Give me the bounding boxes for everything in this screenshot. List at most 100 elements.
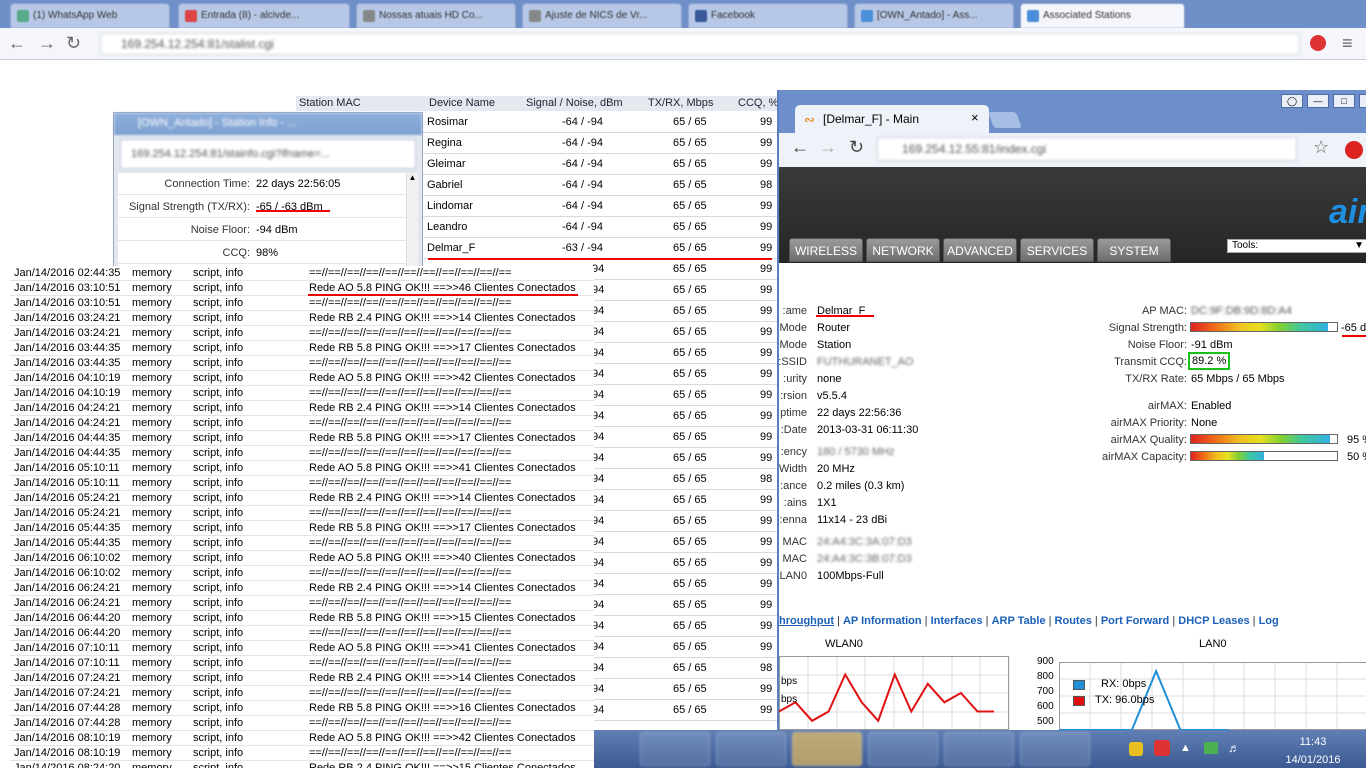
browser-tab-active[interactable]: Associated Stations [1020, 3, 1185, 28]
close-tab-icon[interactable]: × [971, 110, 979, 125]
extension-icon[interactable] [1345, 141, 1363, 159]
monitor-link[interactable]: Interfaces [931, 615, 983, 627]
monitor-link[interactable]: ARP Table [992, 615, 1046, 627]
monitor-link[interactable]: AP Information [843, 615, 922, 627]
taskbar-button[interactable] [1020, 732, 1090, 766]
browser-tab-active[interactable]: ∾ [Delmar_F] - Main × [795, 105, 989, 133]
log-row[interactable]: Jan/14/2016 05:44:35 memory script, info Re… [10, 521, 594, 536]
log-row[interactable]: Jan/14/2016 03:24:21 memory script, info ==… [10, 326, 594, 341]
address-bar[interactable]: 169.254.12.254:81/stalist.cgi [100, 33, 1300, 55]
log-row[interactable]: Jan/14/2016 08:24:20 memory script, info Re… [10, 761, 594, 768]
monitor-link[interactable]: Log [1259, 615, 1279, 627]
log-date: Jan/14/2016 07:24:21 [14, 687, 121, 699]
log-message: Rede AO 5.8 PING OK!!! ==>>40 Clientes C… [309, 552, 576, 564]
user-icon[interactable]: ◯ [1281, 94, 1303, 108]
taskbar-button[interactable] [716, 732, 786, 766]
log-row[interactable]: Jan/14/2016 03:44:35 memory script, info ==… [10, 356, 594, 371]
speaker-icon[interactable]: ▲ [1180, 742, 1191, 754]
status-value: 2013-03-31 06:11:30 [817, 424, 919, 436]
taskbar-button[interactable] [640, 732, 710, 766]
status-label: SSID: [779, 356, 807, 368]
log-row[interactable]: Jan/14/2016 06:10:02 memory script, info ==… [10, 566, 594, 581]
log-row[interactable]: Jan/14/2016 06:44:20 memory script, info Re… [10, 611, 594, 626]
log-row[interactable]: Jan/14/2016 03:44:35 memory script, info Re… [10, 341, 594, 356]
minimize-button[interactable]: — [1307, 94, 1329, 108]
log-row[interactable]: Jan/14/2016 04:24:21 memory script, info ==… [10, 416, 594, 431]
column-header[interactable]: Device Name [429, 96, 496, 111]
column-header[interactable]: Signal / Noise, dBm [526, 96, 623, 111]
tab-services[interactable]: SERVICES [1020, 238, 1094, 262]
log-row[interactable]: Jan/14/2016 04:44:35 memory script, info ==… [10, 446, 594, 461]
star-icon[interactable]: ☆ [1313, 137, 1329, 158]
tab-system[interactable]: SYSTEM [1097, 238, 1171, 262]
taskbar-button[interactable] [868, 732, 938, 766]
tab-wireless[interactable]: WIRELESS [789, 238, 863, 262]
browser-tab[interactable]: (1) WhatsApp Web [10, 3, 170, 28]
log-row[interactable]: Jan/14/2016 07:24:21 memory script, info Re… [10, 671, 594, 686]
tools-dropdown[interactable]: Tools: ▼ [1227, 239, 1366, 253]
browser-tab[interactable]: [OWN_Antado] - Ass... [854, 3, 1014, 28]
taskbar-button[interactable] [792, 732, 862, 766]
monitor-link[interactable]: Port Forward [1101, 615, 1169, 627]
log-row[interactable]: Jan/14/2016 05:44:35 memory script, info ==… [10, 536, 594, 551]
browser-tab[interactable]: Facebook [688, 3, 848, 28]
log-row[interactable]: Jan/14/2016 06:44:20 memory script, info ==… [10, 626, 594, 641]
reload-icon[interactable]: ↻ [849, 137, 864, 158]
log-row[interactable]: Jan/14/2016 05:10:11 memory script, info ==… [10, 476, 594, 491]
log-row[interactable]: Jan/14/2016 04:10:19 memory script, info Re… [10, 371, 594, 386]
log-row[interactable]: Jan/14/2016 05:24:21 memory script, info ==… [10, 506, 594, 521]
scrollbar[interactable]: ▲ [406, 173, 418, 269]
tray-icon[interactable] [1154, 740, 1170, 756]
column-header[interactable]: Station MAC [299, 96, 361, 111]
log-row[interactable]: Jan/14/2016 07:44:28 memory script, info Re… [10, 701, 594, 716]
page-icon [1027, 10, 1039, 22]
monitor-link[interactable]: DHCP Leases [1178, 615, 1249, 627]
log-row[interactable]: Jan/14/2016 04:24:21 memory script, info Re… [10, 401, 594, 416]
log-row[interactable]: Jan/14/2016 04:44:35 memory script, info Re… [10, 431, 594, 446]
column-header[interactable]: TX/RX, Mbps [648, 96, 714, 111]
log-row[interactable]: Jan/14/2016 05:24:21 memory script, info Re… [10, 491, 594, 506]
network-icon[interactable] [1204, 742, 1218, 754]
tab-advanced[interactable]: ADVANCED [943, 238, 1017, 262]
back-arrow-icon[interactable]: ← [791, 137, 809, 158]
maximize-button[interactable]: □ [1333, 94, 1355, 108]
log-message: ==//==//==//==//==//==//==//==//==//==//… [309, 687, 512, 699]
log-message: ==//==//==//==//==//==//==//==//==//==//… [309, 387, 512, 399]
log-row[interactable]: Jan/14/2016 07:10:11 memory script, info ==… [10, 656, 594, 671]
back-arrow-icon[interactable]: ← [8, 33, 26, 54]
log-row[interactable]: Jan/14/2016 08:10:19 memory script, info ==… [10, 746, 594, 761]
forward-arrow-icon[interactable]: → [819, 137, 837, 158]
monitor-link[interactable]: Routes [1055, 615, 1092, 627]
tab-network[interactable]: NETWORK [866, 238, 940, 262]
log-row[interactable]: Jan/14/2016 06:24:21 memory script, info Re… [10, 581, 594, 596]
browser-tab[interactable]: Nossas atuais HD Co... [356, 3, 516, 28]
browser-tab[interactable]: Ajuste de NICS de Vr... [522, 3, 682, 28]
log-row[interactable]: Jan/14/2016 08:10:19 memory script, info Re… [10, 731, 594, 746]
log-row[interactable]: Jan/14/2016 07:24:21 memory script, info ==… [10, 686, 594, 701]
log-row[interactable]: Jan/14/2016 02:44:35 memory script, info ==… [10, 266, 594, 281]
log-row[interactable]: Jan/14/2016 04:10:19 memory script, info ==… [10, 386, 594, 401]
log-row[interactable]: Jan/14/2016 06:24:21 memory script, info ==… [10, 596, 594, 611]
taskbar-clock[interactable]: 11:43 14/01/2016 [1268, 735, 1358, 767]
forward-arrow-icon[interactable]: → [38, 33, 56, 54]
column-header[interactable]: CCQ, % [738, 96, 779, 111]
log-row[interactable]: Jan/14/2016 07:44:28 memory script, info ==… [10, 716, 594, 731]
log-row[interactable]: Jan/14/2016 05:10:11 memory script, info Re… [10, 461, 594, 476]
taskbar-button[interactable] [944, 732, 1014, 766]
browser-tab[interactable]: Entrada (8) - alcivde... [178, 3, 350, 28]
log-row[interactable]: Jan/14/2016 03:24:21 memory script, info Re… [10, 311, 594, 326]
extension-icon[interactable] [1310, 35, 1326, 51]
new-tab-button[interactable] [988, 112, 1022, 128]
tray-icon[interactable] [1129, 742, 1143, 756]
close-button[interactable] [1359, 94, 1366, 108]
log-topic: memory [132, 492, 172, 504]
log-row[interactable]: Jan/14/2016 03:10:51 memory script, info ==… [10, 296, 594, 311]
ccq-value: 99 [760, 578, 773, 590]
menu-icon[interactable]: ≡ [1342, 33, 1353, 54]
monitor-link[interactable]: hroughput [779, 615, 834, 627]
log-row[interactable]: Jan/14/2016 07:10:11 memory script, info Re… [10, 641, 594, 656]
volume-icon[interactable]: ♬ [1228, 741, 1240, 755]
address-bar[interactable]: 169.254.12.55:81/index.cgi [877, 137, 1297, 161]
reload-icon[interactable]: ↻ [66, 33, 81, 54]
log-row[interactable]: Jan/14/2016 06:10:02 memory script, info Re… [10, 551, 594, 566]
